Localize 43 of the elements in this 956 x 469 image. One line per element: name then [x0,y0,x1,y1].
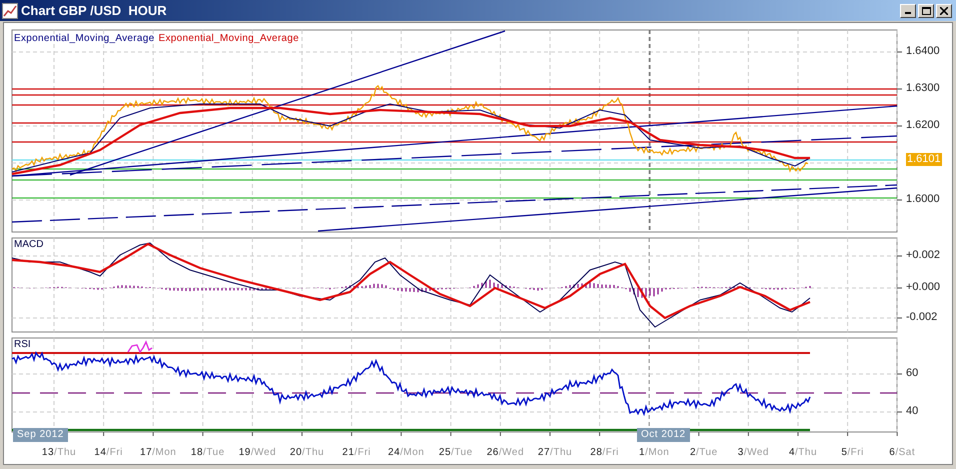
date-label: 17/Mon [140,448,176,458]
date-label: 14/Fri [94,448,123,458]
date-label: 24/Mon [388,448,424,458]
date-label: 3/Wed [738,448,769,458]
month-label: Sep 2012 [13,428,68,442]
maximize-icon [922,6,930,14]
price-axis-label: 1.6000 [906,194,940,205]
close-button[interactable] [936,4,952,18]
date-label: 25/Tue [438,448,473,458]
price-axis-label: 1.6300 [906,83,940,94]
maximize-button[interactable] [918,4,934,18]
date-label: 18/Tue [190,448,225,458]
legend-label: Exponential_Moving_Average [158,32,299,46]
rsi-axis-label: 40 [906,406,918,417]
minimize-button[interactable] [900,4,916,18]
minimize-icon [905,12,911,14]
price-axis-label: 1.6400 [906,46,940,57]
date-label: 6/Sat [889,448,916,458]
rsi-overbought-segment [127,340,152,354]
date-label: 1/Mon [639,448,670,458]
price-axis-label: 1.6200 [906,120,940,131]
legend-label: Exponential_Moving_Average [14,32,154,46]
window-title: Chart GBP /USD HOUR [21,2,167,20]
rsi-axis-label: 60 [906,368,918,379]
month-label: Oct 2012 [637,428,690,442]
macd-axis-label: -0.002 [906,312,938,323]
date-label: 21/Fri [342,448,371,458]
chart-icon [2,2,18,18]
date-label: 2/Tue [690,448,718,458]
macd-axis-label: +0.000 [906,282,940,293]
date-label: 20/Thu [290,448,324,458]
macd-axis-label: +0.002 [906,250,940,261]
date-label: 28/Fri [590,448,619,458]
date-label: 19/Wed [238,448,276,458]
date-label: 13/Thu [42,448,76,458]
date-label: 27/Thu [538,448,572,458]
last-price-tag: 1.6101 [906,153,942,166]
date-label: 4/Thu [788,448,818,458]
date-label: 5/Fri [841,448,864,458]
date-label: 26/Wed [486,448,524,458]
panel-title: MACD [14,240,44,250]
panel-title: RSI [14,340,31,350]
close-icon [940,6,948,14]
